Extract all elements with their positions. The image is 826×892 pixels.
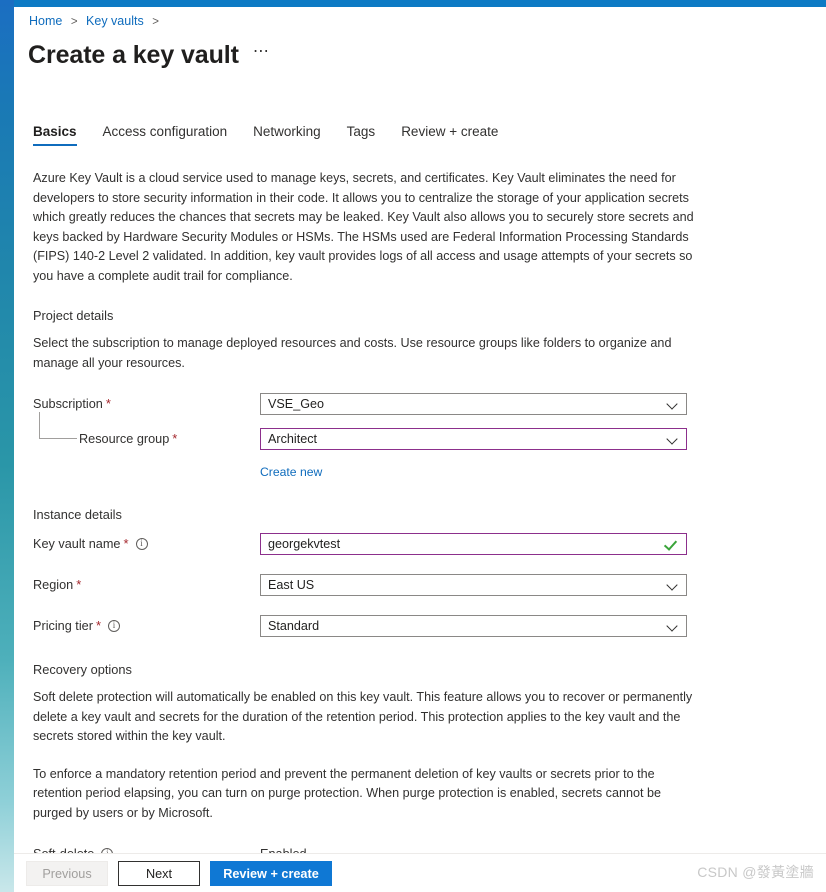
required-asterisk: * <box>76 577 82 592</box>
label-key-vault-name-text: Key vault name <box>33 537 121 551</box>
next-button[interactable]: Next <box>118 861 200 886</box>
chevron-down-icon <box>668 580 678 590</box>
section-heading-project-details: Project details <box>33 308 114 323</box>
resource-group-value: Architect <box>268 432 317 446</box>
page-title-row: Create a key vault ⋯ <box>28 40 270 70</box>
tab-tags[interactable]: Tags <box>347 124 376 146</box>
label-resource-group: Resource group * <box>33 412 260 446</box>
previous-button[interactable]: Previous <box>26 861 108 886</box>
wizard-tabs: Basics Access configuration Networking T… <box>33 116 524 146</box>
more-options-icon[interactable]: ⋯ <box>253 44 270 64</box>
breadcrumb-separator-icon: > <box>70 16 78 28</box>
review-create-button[interactable]: Review + create <box>210 861 332 886</box>
label-subscription-text: Subscription <box>33 397 103 411</box>
form-row-key-vault-name: Key vault name * georgekvtest <box>33 533 703 555</box>
chevron-down-icon <box>668 399 678 409</box>
form-row-pricing-tier: Pricing tier * Standard <box>33 615 703 637</box>
create-key-vault-blade: Home > Key vaults > Create a key vault ⋯… <box>14 7 826 892</box>
watermark: CSDN @發黃塗牆 <box>697 864 814 880</box>
recovery-paragraph-1: Soft delete protection will automaticall… <box>33 690 693 743</box>
key-vault-name-input[interactable]: georgekvtest <box>260 533 687 555</box>
subscription-dropdown[interactable]: VSE_Geo <box>260 393 687 415</box>
breadcrumb-item-key-vaults[interactable]: Key vaults <box>86 14 144 28</box>
label-key-vault-name: Key vault name * <box>33 537 260 551</box>
section-heading-instance-details: Instance details <box>33 507 122 522</box>
info-icon-key-vault-name[interactable] <box>135 537 148 550</box>
page-title: Create a key vault <box>28 41 239 69</box>
pricing-tier-dropdown[interactable]: Standard <box>260 615 687 637</box>
intro-paragraph: Azure Key Vault is a cloud service used … <box>33 171 694 283</box>
region-value: East US <box>268 578 315 592</box>
info-icon-pricing-tier[interactable] <box>108 619 120 632</box>
recovery-paragraph-2: To enforce a mandatory retention period … <box>33 766 661 820</box>
basics-form: Azure Key Vault is a cloud service used … <box>33 169 703 892</box>
azure-portal-blade: Home > Key vaults > Create a key vault ⋯… <box>0 0 826 892</box>
tree-connector-icon <box>39 412 77 439</box>
tab-basics[interactable]: Basics <box>33 124 77 146</box>
subscription-value: VSE_Geo <box>268 397 325 411</box>
tab-access-configuration[interactable]: Access configuration <box>103 124 228 146</box>
required-asterisk: * <box>123 536 129 551</box>
label-resource-group-text: Resource group <box>79 432 170 446</box>
required-asterisk: * <box>172 431 178 446</box>
form-row-resource-group: Resource group * Architect <box>33 412 703 450</box>
label-pricing-tier: Pricing tier * <box>33 619 260 633</box>
portal-left-rail <box>0 0 14 892</box>
label-subscription: Subscription * <box>33 397 260 411</box>
required-asterisk: * <box>105 396 111 411</box>
label-region-text: Region <box>33 578 74 592</box>
required-asterisk: * <box>95 618 101 633</box>
resource-group-dropdown[interactable]: Architect <box>260 428 687 450</box>
form-row-subscription: Subscription * VSE_Geo <box>33 393 703 415</box>
breadcrumb: Home > Key vaults > <box>29 14 164 28</box>
label-region: Region * <box>33 578 260 592</box>
breadcrumb-item-home[interactable]: Home <box>29 14 62 28</box>
pricing-tier-value: Standard <box>268 619 320 633</box>
tab-review-create[interactable]: Review + create <box>401 124 498 146</box>
key-vault-name-value: georgekvtest <box>268 537 341 551</box>
chevron-down-icon <box>668 621 678 631</box>
section-description-project-details: Select the subscription to manage deploy… <box>33 336 672 370</box>
valid-check-icon <box>664 537 678 551</box>
tab-networking[interactable]: Networking <box>253 124 321 146</box>
breadcrumb-separator-icon-2: > <box>152 16 159 28</box>
section-heading-recovery-options: Recovery options <box>33 662 132 677</box>
create-new-resource-group-link[interactable]: Create new <box>260 465 322 479</box>
portal-top-command-bar <box>14 0 826 7</box>
label-pricing-tier-text: Pricing tier <box>33 619 93 633</box>
chevron-down-icon <box>668 434 678 444</box>
region-dropdown[interactable]: East US <box>260 574 687 596</box>
form-row-region: Region * East US <box>33 574 703 596</box>
